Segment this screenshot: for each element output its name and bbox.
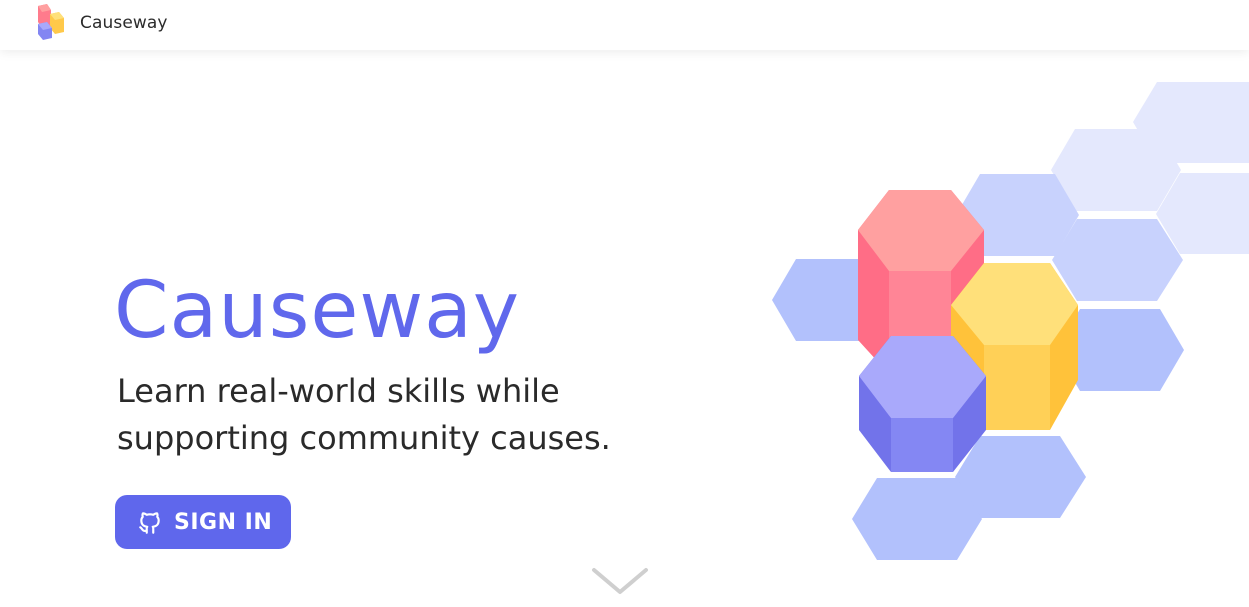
hex-tile [1051, 129, 1181, 211]
nav-brand-name[interactable]: Causeway [80, 13, 168, 33]
hex-tile [955, 436, 1086, 518]
sign-in-label: SIGN IN [174, 510, 273, 535]
github-icon [139, 512, 160, 534]
chevron-down-icon[interactable] [591, 566, 649, 598]
sign-in-button[interactable]: SIGN IN [115, 495, 291, 549]
hex-tile [1052, 219, 1183, 301]
causeway-logo-icon[interactable] [35, 4, 67, 42]
top-navbar: Causeway [0, 0, 1249, 50]
hero-title: Causeway [114, 266, 521, 356]
hexagon-blocks-illustration [772, 82, 1249, 560]
hero-tagline: Learn real-world skills while supporting… [117, 372, 611, 457]
hex-tile [852, 478, 982, 560]
